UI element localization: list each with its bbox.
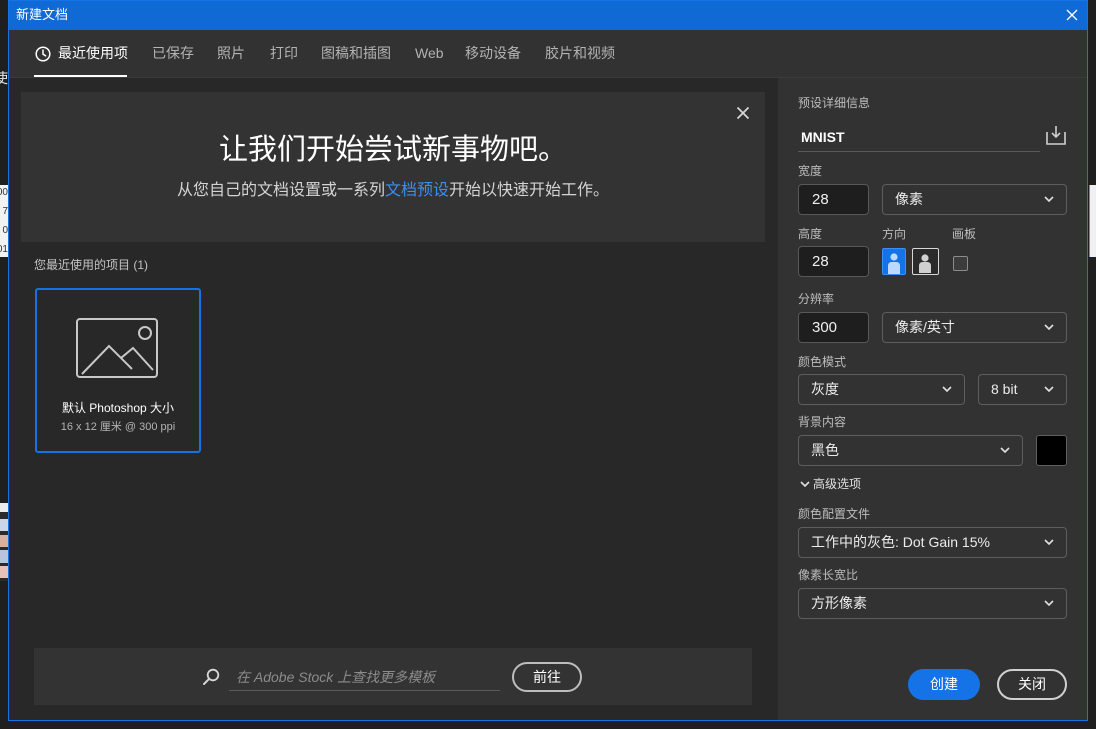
width-label: 宽度 <box>798 164 823 178</box>
tab-label: 已保存 <box>152 45 194 61</box>
welcome-subtitle: 从您自己的文档设置或一系列文档预设开始以快速开始工作。 <box>21 180 765 202</box>
dropdown-value: 黑色 <box>811 442 839 458</box>
tab-web[interactable]: Web <box>415 30 444 77</box>
recent-item-name: 默认 Photoshop 大小 <box>61 401 175 415</box>
recent-item-details: 16 x 12 厘米 @ 300 ppi <box>60 421 176 433</box>
dropdown-value: 工作中的灰色: Dot Gain 15% <box>811 534 990 550</box>
stock-search-input[interactable] <box>229 663 500 691</box>
preset-details-pane: 预设详细信息 宽度 像素 高度 方向 画板 分辨率 像素/英寸 <box>778 78 1088 721</box>
advanced-options-label: 高级选项 <box>813 477 862 491</box>
background-window-fragment: 00 7 0 01 <box>0 185 8 257</box>
dropdown-value: 像素/英寸 <box>895 319 955 335</box>
tab-film-video[interactable]: 胶片和视频 <box>545 30 615 77</box>
dropdown-value: 灰度 <box>811 381 839 397</box>
close-button[interactable]: 关闭 <box>997 669 1067 700</box>
search-icon <box>202 668 220 686</box>
image-placeholder-icon <box>76 318 158 378</box>
title-bar[interactable]: 新建文档 <box>8 0 1088 30</box>
artboard-checkbox[interactable] <box>953 256 968 271</box>
tab-label: 照片 <box>217 45 245 61</box>
dialog-title: 新建文档 <box>16 7 69 22</box>
category-tabs: 最近使用项 已保存 照片 打印 图稿和插图 Web 移动设备 胶片和视频 <box>8 30 1088 78</box>
document-presets-link[interactable]: 文档预设 <box>385 182 449 199</box>
chevron-down-icon <box>1044 600 1054 606</box>
tab-label: 最近使用项 <box>58 45 128 61</box>
stock-search-bar: 前往 <box>34 648 752 705</box>
new-document-dialog: 新建文档 最近使用项 已保存 照片 打印 图稿和插图 Web 移动设备 胶片和视… <box>8 0 1088 721</box>
pixel-aspect-ratio-label: 像素长宽比 <box>798 568 859 582</box>
background-thumbnails-fragment <box>0 503 8 581</box>
background-window-fragment: 使 <box>0 69 8 87</box>
background-text-fragment: 使 <box>0 70 8 86</box>
subtitle-text: 开始以快速开始工作。 <box>449 182 610 199</box>
orientation-label: 方向 <box>882 227 907 241</box>
background-text-fragment: 00 <box>0 187 8 198</box>
dropdown-value: 方形像素 <box>811 595 867 611</box>
color-profile-dropdown[interactable]: 工作中的灰色: Dot Gain 15% <box>798 527 1067 558</box>
recent-items-heading: 您最近使用的项目 (1) <box>34 258 149 272</box>
chevron-down-icon <box>1044 386 1054 392</box>
go-button[interactable]: 前往 <box>512 662 582 692</box>
height-label: 高度 <box>798 227 823 241</box>
chevron-down-icon <box>1044 196 1054 202</box>
welcome-title: 让我们开始尝试新事物吧。 <box>218 134 567 166</box>
width-field[interactable] <box>798 184 869 215</box>
artboard-label: 画板 <box>952 227 977 241</box>
preset-name-field[interactable] <box>798 122 1040 152</box>
resolution-label: 分辨率 <box>798 292 835 306</box>
background-text-fragment: 01 <box>0 244 8 255</box>
chevron-down-icon <box>942 386 952 392</box>
height-field[interactable] <box>798 246 869 277</box>
color-profile-label: 颜色配置文件 <box>798 507 871 521</box>
background-contents-dropdown[interactable]: 黑色 <box>798 435 1023 466</box>
dropdown-value: 8 bit <box>991 381 1018 397</box>
tab-label: Web <box>415 45 444 61</box>
close-icon[interactable] <box>736 106 750 120</box>
create-button[interactable]: 创建 <box>908 669 980 700</box>
tab-recent[interactable]: 最近使用项 <box>34 30 128 77</box>
recent-item-card[interactable]: 默认 Photoshop 大小 16 x 12 厘米 @ 300 ppi <box>35 288 201 453</box>
pixel-aspect-ratio-dropdown[interactable]: 方形像素 <box>798 588 1067 619</box>
tab-photo[interactable]: 照片 <box>217 30 245 77</box>
chevron-down-icon <box>1044 539 1054 545</box>
preset-details-heading: 预设详细信息 <box>798 96 871 110</box>
tab-mobile[interactable]: 移动设备 <box>465 30 521 77</box>
resolution-field[interactable] <box>798 312 869 343</box>
width-unit-dropdown[interactable]: 像素 <box>882 184 1067 215</box>
landscape-orientation-button[interactable] <box>912 248 939 275</box>
background-window-fragment <box>1089 185 1096 257</box>
subtitle-text: 从您自己的文档设置或一系列 <box>176 182 385 199</box>
chevron-down-icon <box>1044 324 1054 330</box>
chevron-down-icon <box>800 481 810 487</box>
tab-label: 打印 <box>270 45 298 61</box>
color-mode-label: 颜色模式 <box>798 355 847 369</box>
bit-depth-dropdown[interactable]: 8 bit <box>978 374 1067 405</box>
tab-art-illustration[interactable]: 图稿和插图 <box>321 30 391 77</box>
color-mode-dropdown[interactable]: 灰度 <box>798 374 965 405</box>
portrait-orientation-button[interactable] <box>882 248 906 275</box>
close-icon[interactable] <box>1066 9 1078 21</box>
tab-saved[interactable]: 已保存 <box>152 30 194 77</box>
welcome-banner: 让我们开始尝试新事物吧。 从您自己的文档设置或一系列文档预设开始以快速开始工作。 <box>21 92 765 242</box>
resolution-unit-dropdown[interactable]: 像素/英寸 <box>882 312 1067 343</box>
background-color-swatch[interactable] <box>1036 435 1067 466</box>
tab-print[interactable]: 打印 <box>270 30 298 77</box>
advanced-options-toggle[interactable]: 高级选项 <box>798 476 878 492</box>
background-contents-label: 背景内容 <box>798 415 847 429</box>
templates-pane: 让我们开始尝试新事物吧。 从您自己的文档设置或一系列文档预设开始以快速开始工作。… <box>8 78 778 721</box>
tab-label: 图稿和插图 <box>321 45 391 61</box>
clock-icon <box>35 46 51 62</box>
tab-label: 胶片和视频 <box>545 45 615 61</box>
tab-label: 移动设备 <box>465 45 521 61</box>
landscape-orientation-icon <box>913 249 938 273</box>
dropdown-value: 像素 <box>895 191 923 207</box>
chevron-down-icon <box>1000 447 1010 453</box>
save-preset-icon[interactable] <box>1045 124 1067 146</box>
portrait-orientation-icon <box>883 249 905 274</box>
